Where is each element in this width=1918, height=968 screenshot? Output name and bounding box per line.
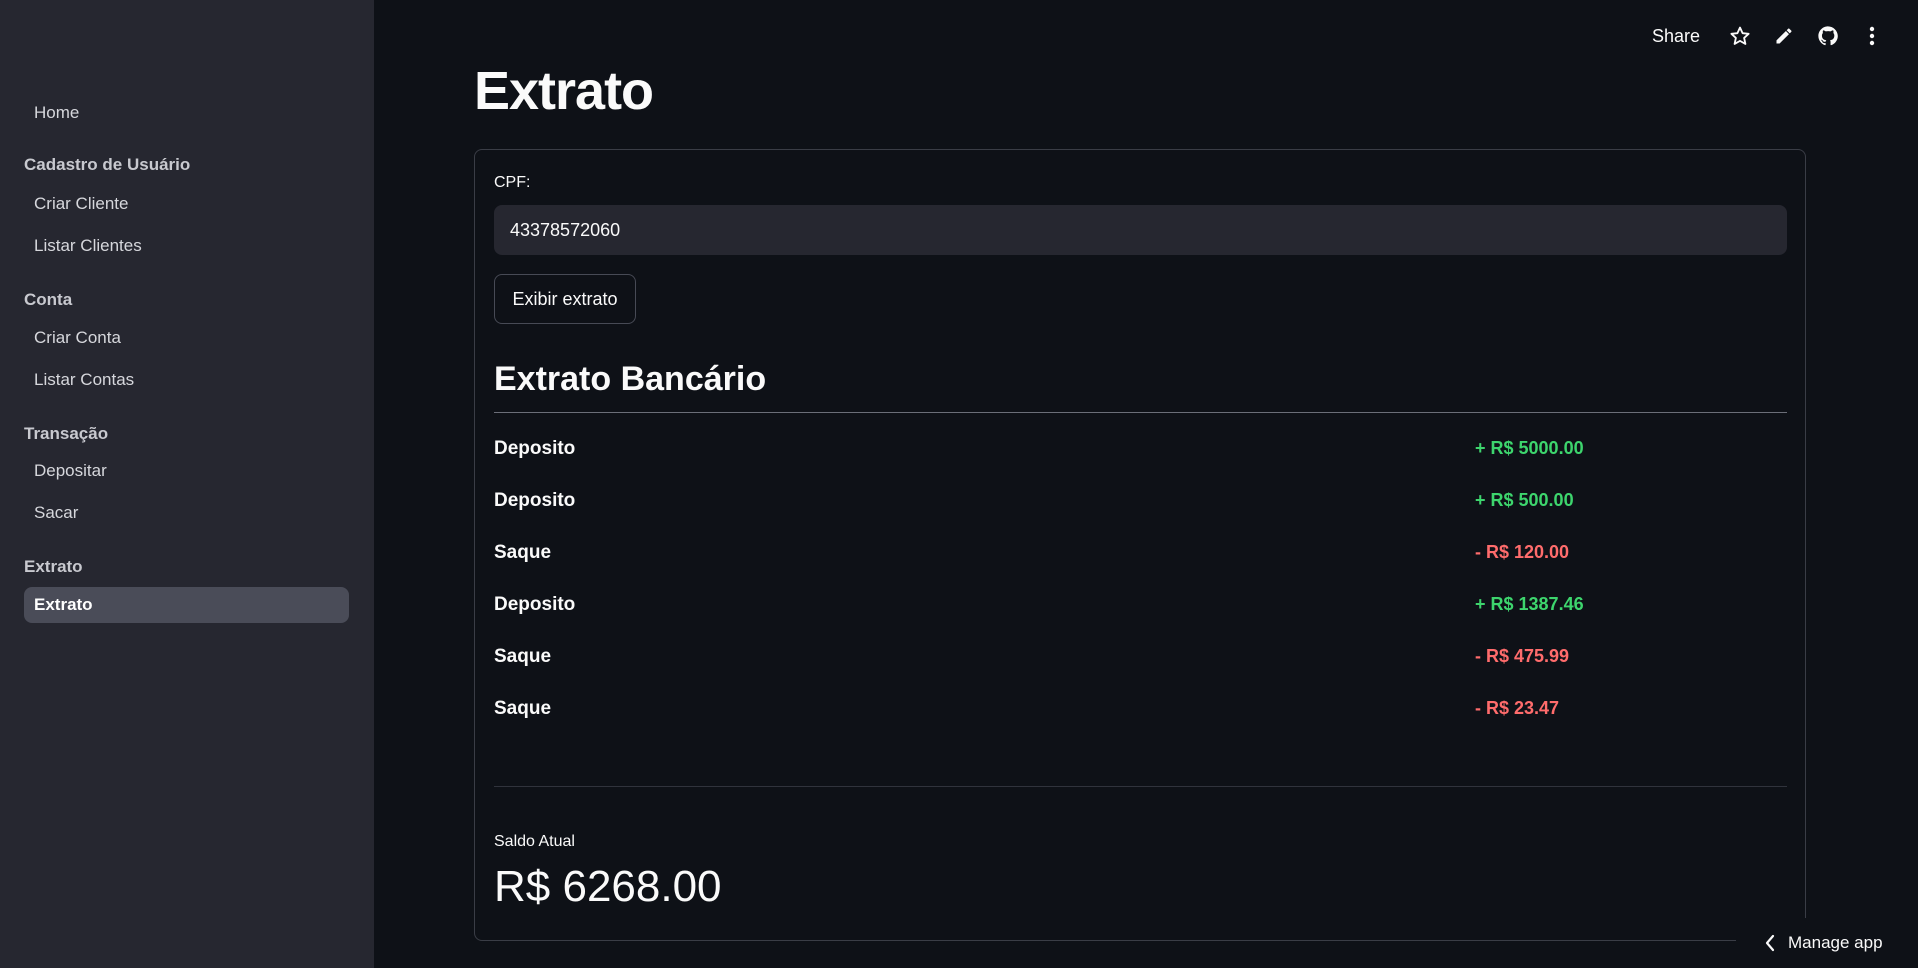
transaction-amount: - R$ 23.47 (1475, 698, 1560, 718)
sidebar-item-criar-cliente[interactable]: Criar Cliente (24, 186, 349, 222)
manage-app-button[interactable]: Manage app (1736, 918, 1918, 968)
manage-app-label: Manage app (1788, 933, 1883, 952)
sidebar-item-home[interactable]: Home (24, 95, 349, 131)
sidebar-item-sacar[interactable]: Sacar (24, 495, 349, 531)
github-icon[interactable] (1806, 22, 1850, 50)
statement-form-card: CPF: Exibir extrato Extrato Bancário Dep… (474, 149, 1806, 941)
transaction-amount: - R$ 120.00 (1475, 542, 1570, 562)
sidebar-item-criar-conta[interactable]: Criar Conta (24, 320, 349, 356)
statement-title: Extrato Bancário (494, 360, 767, 398)
sidebar: Home Cadastro de Usuário Criar Cliente L… (0, 0, 374, 968)
balance-divider (494, 786, 1787, 787)
sidebar-group-conta: Conta (24, 290, 73, 309)
transaction-type: Deposito (494, 594, 576, 615)
transaction-amount: - R$ 475.99 (1475, 646, 1570, 666)
show-statement-button[interactable]: Exibir extrato (494, 274, 636, 324)
edit-pencil-icon[interactable] (1762, 22, 1806, 50)
sidebar-group-extrato: Extrato (24, 557, 83, 576)
more-vertical-icon[interactable] (1850, 22, 1894, 50)
transaction-amount: + R$ 5000.00 (1475, 438, 1584, 458)
balance-label: Saldo Atual (494, 833, 575, 850)
transaction-type: Saque (494, 698, 552, 719)
balance-value: R$ 6268.00 (494, 862, 722, 911)
share-button[interactable]: Share (1652, 26, 1700, 47)
chevron-left-icon (1764, 934, 1776, 952)
transaction-type: Deposito (494, 490, 576, 511)
statement-divider (494, 412, 1787, 413)
transaction-amount: + R$ 1387.46 (1475, 594, 1584, 614)
cpf-input[interactable] (494, 205, 1787, 255)
cpf-label: CPF: (494, 174, 531, 191)
transaction-type: Saque (494, 542, 552, 563)
sidebar-group-transacao: Transação (24, 424, 109, 443)
transaction-amount: + R$ 500.00 (1475, 490, 1574, 510)
sidebar-item-listar-clientes[interactable]: Listar Clientes (24, 228, 349, 264)
transaction-type: Deposito (494, 438, 576, 459)
sidebar-item-listar-contas[interactable]: Listar Contas (24, 362, 349, 398)
sidebar-item-depositar[interactable]: Depositar (24, 453, 349, 489)
top-toolbar: Share (1652, 22, 1894, 50)
transaction-type: Saque (494, 646, 552, 667)
sidebar-group-cadastro: Cadastro de Usuário (24, 155, 191, 174)
sidebar-item-extrato[interactable]: Extrato (24, 587, 349, 623)
star-icon[interactable] (1718, 22, 1762, 50)
page-title: Extrato (474, 61, 654, 121)
